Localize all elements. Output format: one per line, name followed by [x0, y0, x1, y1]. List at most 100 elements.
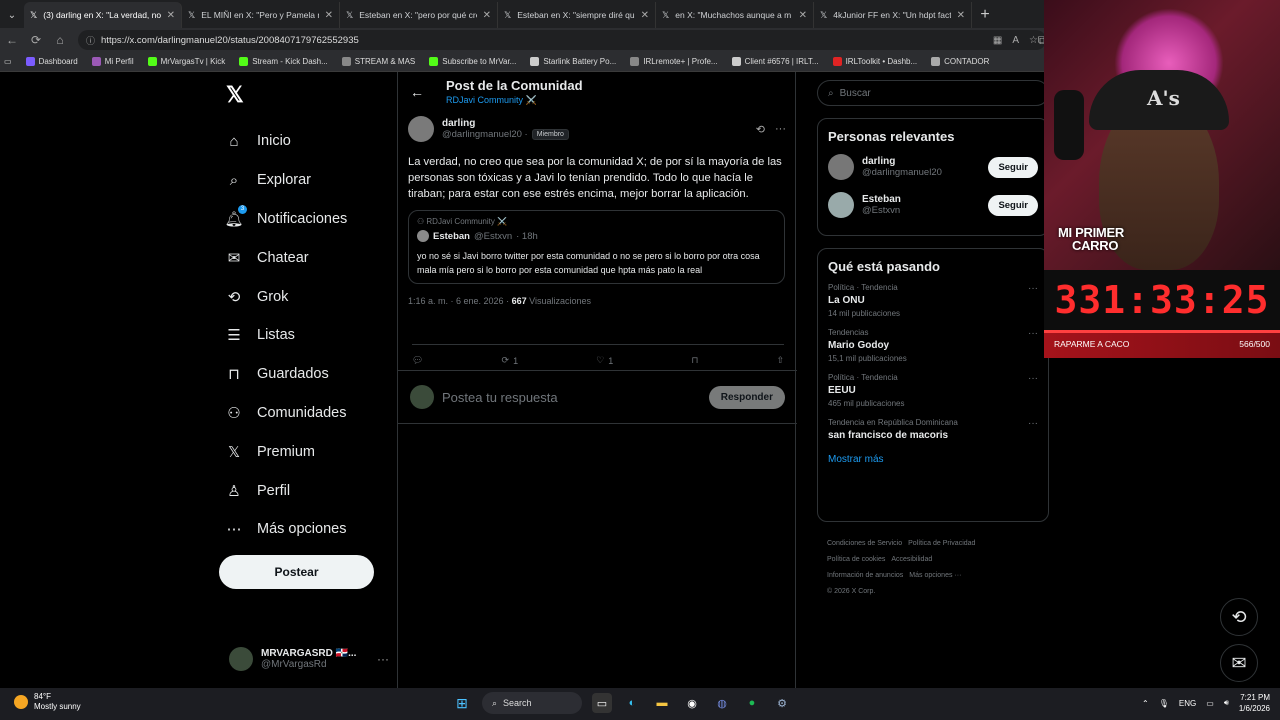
close-icon[interactable]: ✕ — [167, 10, 175, 21]
bookmark-item[interactable]: Mi Perfil — [91, 57, 134, 66]
author-handle[interactable]: @darlingmanuel20 — [442, 129, 522, 140]
post-button[interactable]: Postear — [219, 555, 374, 589]
tab-list-button[interactable]: ⌄ — [0, 2, 24, 28]
weather-widget[interactable]: 84°F Mostly sunny — [14, 692, 81, 712]
person-row[interactable]: darling @darlingmanuel20 Seguir — [818, 148, 1048, 186]
more-icon[interactable]: ··· — [377, 652, 389, 666]
grok-float-icon[interactable]: ⟲ — [1220, 598, 1258, 636]
site-info-icon[interactable]: ⓘ — [86, 34, 95, 47]
bookmark-item[interactable]: CONTADOR — [931, 57, 989, 66]
network-icon[interactable]: ▭ — [1206, 699, 1214, 708]
windows-start-icon[interactable]: ⊞ — [452, 693, 472, 713]
close-icon[interactable]: ✕ — [799, 10, 807, 21]
obs-icon[interactable]: ◉ — [682, 693, 702, 713]
reply-button[interactable]: 💬︎ — [412, 355, 423, 366]
follow-button[interactable]: Seguir — [988, 194, 1038, 216]
steam-icon[interactable]: ⚙ — [772, 693, 792, 713]
nav-inicio[interactable]: ⌂ Inicio — [225, 122, 347, 161]
nav-explorar[interactable]: ⌕ Explorar — [225, 161, 347, 200]
footer-link[interactable]: Política de Privacidad — [908, 540, 975, 547]
person-row[interactable]: Esteban @Estxvn Seguir — [818, 186, 1048, 224]
nav-comunidades[interactable]: ⚇ Comunidades — [225, 394, 347, 433]
bookmark-item[interactable]: Dashboard — [25, 57, 78, 66]
nav-más-opciones[interactable]: ⋯ Más opciones — [225, 510, 347, 549]
trend-item[interactable]: Política · Tendencia La ONU 14 mil publica… — [818, 278, 1048, 323]
nav-chatear[interactable]: ✉ Chatear — [225, 238, 347, 277]
bookmark-item[interactable]: Subscribe to MrVar... — [429, 57, 516, 66]
more-icon[interactable]: ··· — [775, 123, 786, 136]
file-explorer-icon[interactable]: ▬ — [652, 693, 672, 713]
footer-link[interactable]: Política de cookies — [827, 556, 885, 563]
trend-item[interactable]: Política · Tendencia EEUU 465 mil publicac… — [818, 368, 1048, 413]
language-indicator[interactable]: ENG — [1179, 699, 1196, 708]
clock[interactable]: 7:21 PM 1/6/2026 — [1239, 692, 1270, 714]
bookmark-button[interactable]: ⊓ — [691, 355, 698, 366]
footer-link[interactable]: Condiciones de Servicio — [827, 540, 902, 547]
repost-button[interactable]: ⟳ 1 — [502, 355, 519, 366]
new-tab-button[interactable]: + — [972, 2, 998, 28]
nav-listas[interactable]: ☰ Listas — [225, 316, 347, 355]
quoted-post[interactable]: ⚇ RDJavi Community ⚔️ Esteban @Estxvn · … — [408, 210, 785, 284]
tab[interactable]: 𝕏 EL MIÑI en X: "Pero y Pamela no t ✕ — [182, 2, 340, 28]
bookmark-item[interactable]: STREAM & MAS — [341, 57, 415, 66]
x-logo-icon[interactable]: 𝕏 — [226, 82, 244, 108]
read-aloud-icon[interactable]: A — [1012, 35, 1019, 46]
footer-link[interactable]: Accesibilidad — [891, 556, 932, 563]
account-switcher[interactable]: MRVARGASRD 🇩🇴... @MrVargasRd ··· — [229, 644, 389, 674]
edge-icon[interactable]: ◐ — [622, 693, 642, 713]
grok-icon[interactable]: ⟲ — [756, 123, 765, 136]
tab[interactable]: 𝕏 Esteban en X: "siempre diré que e ✕ — [498, 2, 656, 28]
nav-premium[interactable]: 𝕏 Premium — [225, 432, 347, 471]
task-view-icon[interactable]: ▭ — [592, 693, 612, 713]
nav-guardados[interactable]: ⊓ Guardados — [225, 355, 347, 394]
close-icon[interactable]: ✕ — [641, 10, 649, 21]
bookmark-item[interactable]: IRLToolkit • Dashb... — [832, 57, 917, 66]
tab[interactable]: 𝕏 4kJunior FF en X: "Un hdpt facto: ✕ — [814, 2, 972, 28]
home-button[interactable]: ⌂ — [48, 28, 72, 52]
profile-icon[interactable]: ▭ — [4, 57, 12, 66]
close-icon[interactable]: ✕ — [325, 10, 333, 21]
bookmark-item[interactable]: IRLremote+ | Profe... — [630, 57, 718, 66]
show-more-link[interactable]: Mostrar más — [818, 446, 1048, 475]
back-button[interactable]: ← — [0, 28, 24, 52]
app-icon[interactable]: ▦ — [993, 35, 1002, 46]
close-icon[interactable]: ✕ — [483, 10, 491, 21]
nav-perfil[interactable]: ♙ Perfil — [225, 471, 347, 510]
reload-button[interactable]: ⟳ — [24, 28, 48, 52]
more-icon[interactable]: ··· — [1028, 328, 1038, 339]
bookmark-item[interactable]: Stream - Kick Dash... — [239, 57, 328, 66]
search-input[interactable]: ⌕ Buscar — [817, 80, 1049, 106]
more-icon[interactable]: ··· — [1028, 373, 1038, 384]
avatar[interactable] — [408, 116, 434, 142]
reply-input[interactable]: Postea tu respuesta — [442, 390, 558, 405]
footer-link[interactable]: Más opciones ··· — [909, 572, 961, 579]
tab[interactable]: 𝕏 Esteban en X: "pero por qué crees ✕ — [340, 2, 498, 28]
nav-notificaciones[interactable]: 🔔︎ 3 Notificaciones — [224, 200, 347, 239]
messages-float-icon[interactable]: ✉ — [1220, 644, 1258, 682]
volume-icon[interactable]: 🔊︎ — [1224, 698, 1229, 708]
url-field[interactable]: ⓘ https://x.com/darlingmanuel20/status/2… — [78, 30, 1046, 50]
more-icon[interactable]: ··· — [1028, 418, 1038, 429]
bookmark-item[interactable]: MrVargasTv | Kick — [147, 57, 225, 66]
post-timestamp[interactable]: 1:16 a. m. · 6 ene. 2026 · — [408, 296, 509, 306]
discord-icon[interactable]: ◍ — [712, 693, 732, 713]
tab[interactable]: 𝕏en X: "Muchachos aunque a m ✕ — [656, 2, 814, 28]
community-link[interactable]: RDJavi Community ⚔️ — [446, 95, 583, 106]
follow-button[interactable]: Seguir — [988, 156, 1038, 178]
bookmark-item[interactable]: Starlink Battery Po... — [530, 57, 616, 66]
spotify-icon[interactable]: ● — [742, 693, 762, 713]
reply-submit-button[interactable]: Responder — [708, 385, 785, 409]
nav-grok[interactable]: ⟲ Grok — [225, 277, 347, 316]
mic-icon[interactable]: 🎙︎ — [1159, 699, 1169, 708]
tab[interactable]: 𝕏 (3) darling en X: "La verdad, no cr ✕ — [24, 2, 182, 28]
trend-item[interactable]: Tendencia en República Dominicana san fra… — [818, 413, 1048, 446]
author-name[interactable]: darling — [442, 118, 569, 129]
share-button[interactable]: ⇧ — [776, 355, 784, 366]
footer-link[interactable]: Información de anuncios — [827, 572, 903, 579]
back-arrow-icon[interactable]: ← — [410, 84, 424, 100]
chevron-up-icon[interactable]: ⌃ — [1142, 699, 1149, 708]
trend-item[interactable]: Tendencias Mario Godoy 15,1 mil publicacio… — [818, 323, 1048, 368]
bookmark-item[interactable]: Client #6576 | IRLT... — [731, 57, 819, 66]
close-icon[interactable]: ✕ — [957, 10, 965, 21]
footer-link[interactable]: © 2026 X Corp. — [827, 588, 875, 595]
